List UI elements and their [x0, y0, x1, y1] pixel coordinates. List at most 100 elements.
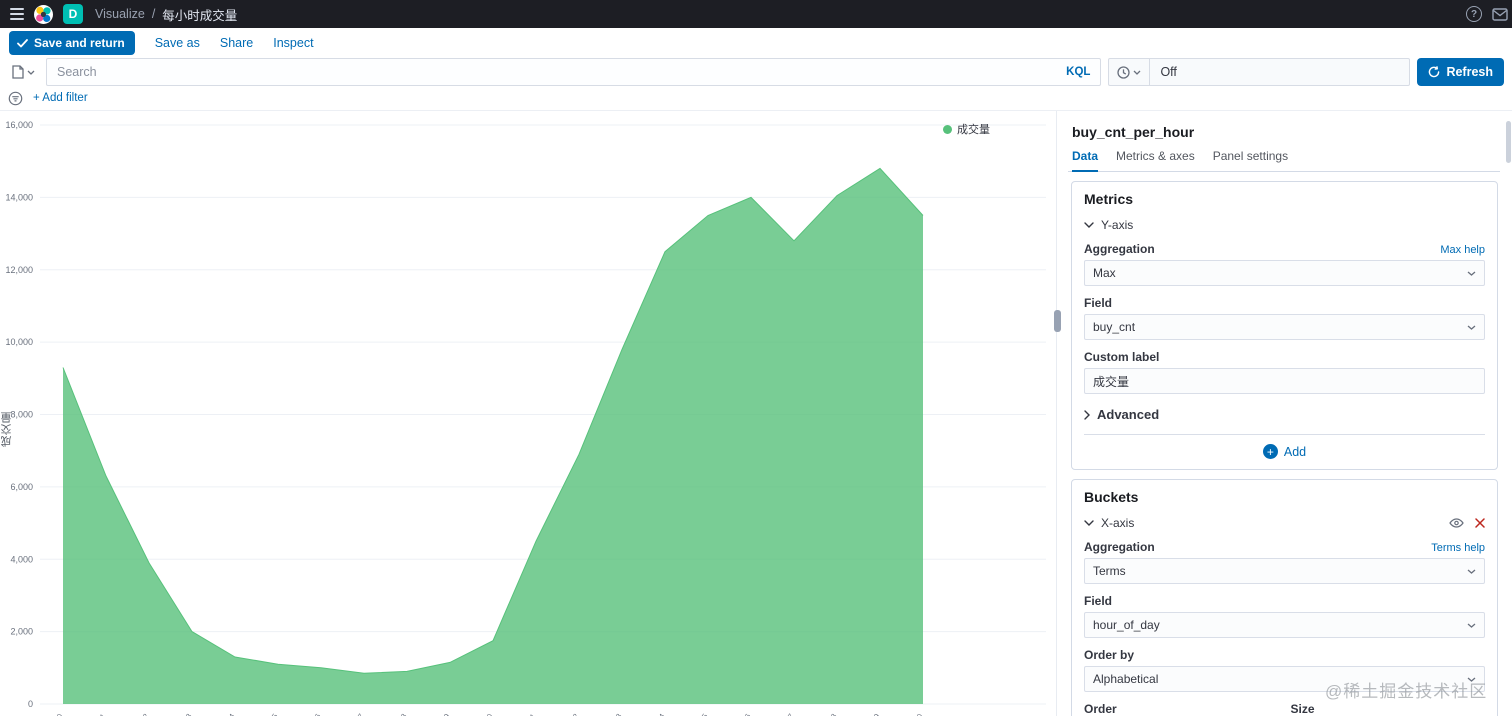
bucket-aggregation-label: Aggregation [1084, 540, 1155, 554]
legend-dot-icon [943, 124, 952, 134]
refresh-icon [1428, 66, 1440, 78]
panel-resizer[interactable] [1056, 111, 1061, 716]
order-by-value: Alphabetical [1093, 672, 1159, 686]
advanced-label: Advanced [1097, 407, 1160, 422]
panel-title: buy_cnt_per_hour [1072, 124, 1195, 140]
area-chart-svg[interactable]: 02,0004,0006,0008,00010,00012,00014,0001… [0, 111, 1056, 716]
saved-query-menu-button[interactable] [8, 65, 39, 79]
filter-bar: + Add filter [0, 86, 1512, 111]
y-axis-accordion[interactable]: Y-axis [1084, 218, 1485, 232]
breadcrumb-section[interactable]: Visualize [95, 7, 145, 21]
x-axis-accordion-label: X-axis [1101, 516, 1135, 530]
svg-text:10: 10 [482, 712, 494, 716]
chevron-down-icon [1467, 325, 1476, 330]
tab-data[interactable]: Data [1072, 149, 1099, 172]
bucket-aggregation-value: Terms [1093, 564, 1126, 578]
svg-text:3: 3 [184, 712, 194, 716]
top-navbar: D Visualize / 每小时成交量 ? [0, 0, 1512, 28]
inspect-link[interactable]: Inspect [273, 36, 313, 50]
chevron-down-icon [1084, 520, 1094, 526]
svg-text:13: 13 [611, 712, 623, 716]
refresh-button[interactable]: Refresh [1417, 58, 1504, 86]
advanced-accordion[interactable]: Advanced [1084, 407, 1485, 422]
svg-text:12: 12 [568, 712, 580, 716]
order-by-select[interactable]: Alphabetical [1084, 666, 1485, 692]
elastic-logo[interactable] [34, 4, 53, 24]
panel-resizer-handle[interactable] [1054, 310, 1061, 332]
saved-query-icon [12, 65, 24, 79]
chevron-right-icon [1084, 409, 1090, 420]
svg-text:4: 4 [227, 712, 237, 716]
refresh-interval-value[interactable]: Off [1150, 65, 1176, 79]
help-icon[interactable]: ? [1466, 6, 1482, 22]
aggregation-select[interactable]: Max [1084, 260, 1485, 286]
date-picker: Off [1108, 58, 1411, 86]
add-filter-link[interactable]: + Add filter [33, 92, 88, 104]
svg-text:8: 8 [399, 712, 409, 716]
bucket-field-select[interactable]: hour_of_day [1084, 612, 1485, 638]
quick-select-button[interactable] [1109, 59, 1151, 85]
tab-metrics-axes[interactable]: Metrics & axes [1116, 149, 1195, 171]
plus-circle-icon: + [1262, 444, 1278, 459]
svg-text:5: 5 [270, 712, 280, 716]
chart-legend[interactable]: 成交量 [943, 121, 990, 137]
size-label: Size [1290, 702, 1315, 716]
svg-text:1: 1 [98, 712, 108, 716]
custom-label-input[interactable] [1084, 368, 1485, 394]
check-icon [17, 38, 28, 48]
custom-label-label: Custom label [1084, 350, 1160, 364]
space-badge[interactable]: D [63, 4, 83, 24]
svg-text:7: 7 [356, 712, 366, 716]
buckets-card: Buckets X-axis Aggregation Terms help Te… [1071, 479, 1498, 716]
svg-text:16: 16 [740, 712, 752, 716]
svg-text:4,000: 4,000 [10, 554, 33, 564]
refresh-label: Refresh [1446, 65, 1493, 79]
tab-panel-settings[interactable]: Panel settings [1213, 149, 1288, 171]
svg-text:17: 17 [783, 712, 795, 716]
chevron-down-icon [1467, 271, 1476, 276]
share-link[interactable]: Share [220, 36, 253, 50]
save-as-link[interactable]: Save as [155, 36, 200, 50]
filter-icon[interactable] [8, 91, 23, 106]
svg-text:15: 15 [697, 712, 709, 716]
svg-text:10,000: 10,000 [5, 337, 33, 347]
field-select[interactable]: buy_cnt [1084, 314, 1485, 340]
metrics-heading: Metrics [1084, 191, 1134, 207]
svg-text:9: 9 [442, 712, 452, 716]
chart-region: 0 2,000 4,000 6,000 8,000 10,000 12,000 14,000 1… [0, 111, 1056, 716]
svg-text:11: 11 [526, 712, 538, 716]
chevron-down-icon [1133, 70, 1141, 75]
menu-icon[interactable] [10, 8, 24, 20]
panel-scrollbar[interactable] [1506, 121, 1511, 163]
bucket-field-value: hour_of_day [1093, 618, 1160, 632]
svg-text:14: 14 [654, 712, 666, 716]
terms-help-link[interactable]: Terms help [1431, 542, 1485, 554]
add-metric-button[interactable]: + Add [1262, 444, 1307, 459]
x-axis-accordion[interactable]: X-axis [1084, 516, 1485, 530]
metrics-card: Metrics Y-axis Aggregation Max help Max … [1071, 181, 1498, 470]
bucket-aggregation-select[interactable]: Terms [1084, 558, 1485, 584]
chevron-down-icon [27, 70, 35, 75]
legend-label: 成交量 [957, 124, 990, 136]
editor-cards: Metrics Y-axis Aggregation Max help Max … [1068, 181, 1500, 716]
search-box: KQL [46, 58, 1102, 86]
add-label: Add [1283, 444, 1307, 459]
search-input[interactable] [57, 65, 1057, 79]
svg-text:6: 6 [313, 712, 323, 716]
max-help-link[interactable]: Max help [1440, 244, 1485, 256]
clock-icon [1117, 65, 1131, 79]
kql-button[interactable]: KQL [1056, 66, 1090, 78]
save-and-return-button[interactable]: Save and return [9, 31, 135, 55]
field-label: Field [1084, 296, 1113, 310]
svg-text:16,000: 16,000 [5, 120, 33, 130]
breadcrumb-separator: / [151, 7, 156, 21]
newsfeed-icon[interactable] [1492, 7, 1508, 21]
query-bar: KQL Off Refresh [0, 58, 1512, 86]
buckets-heading: Buckets [1084, 489, 1139, 505]
toggle-visibility-eye-icon[interactable] [1449, 518, 1464, 528]
chevron-down-icon [1084, 222, 1094, 228]
aggregation-label: Aggregation [1084, 242, 1155, 256]
svg-text:18: 18 [826, 712, 838, 716]
remove-bucket-icon[interactable] [1475, 518, 1485, 528]
y-axis-accordion-label: Y-axis [1101, 218, 1134, 232]
